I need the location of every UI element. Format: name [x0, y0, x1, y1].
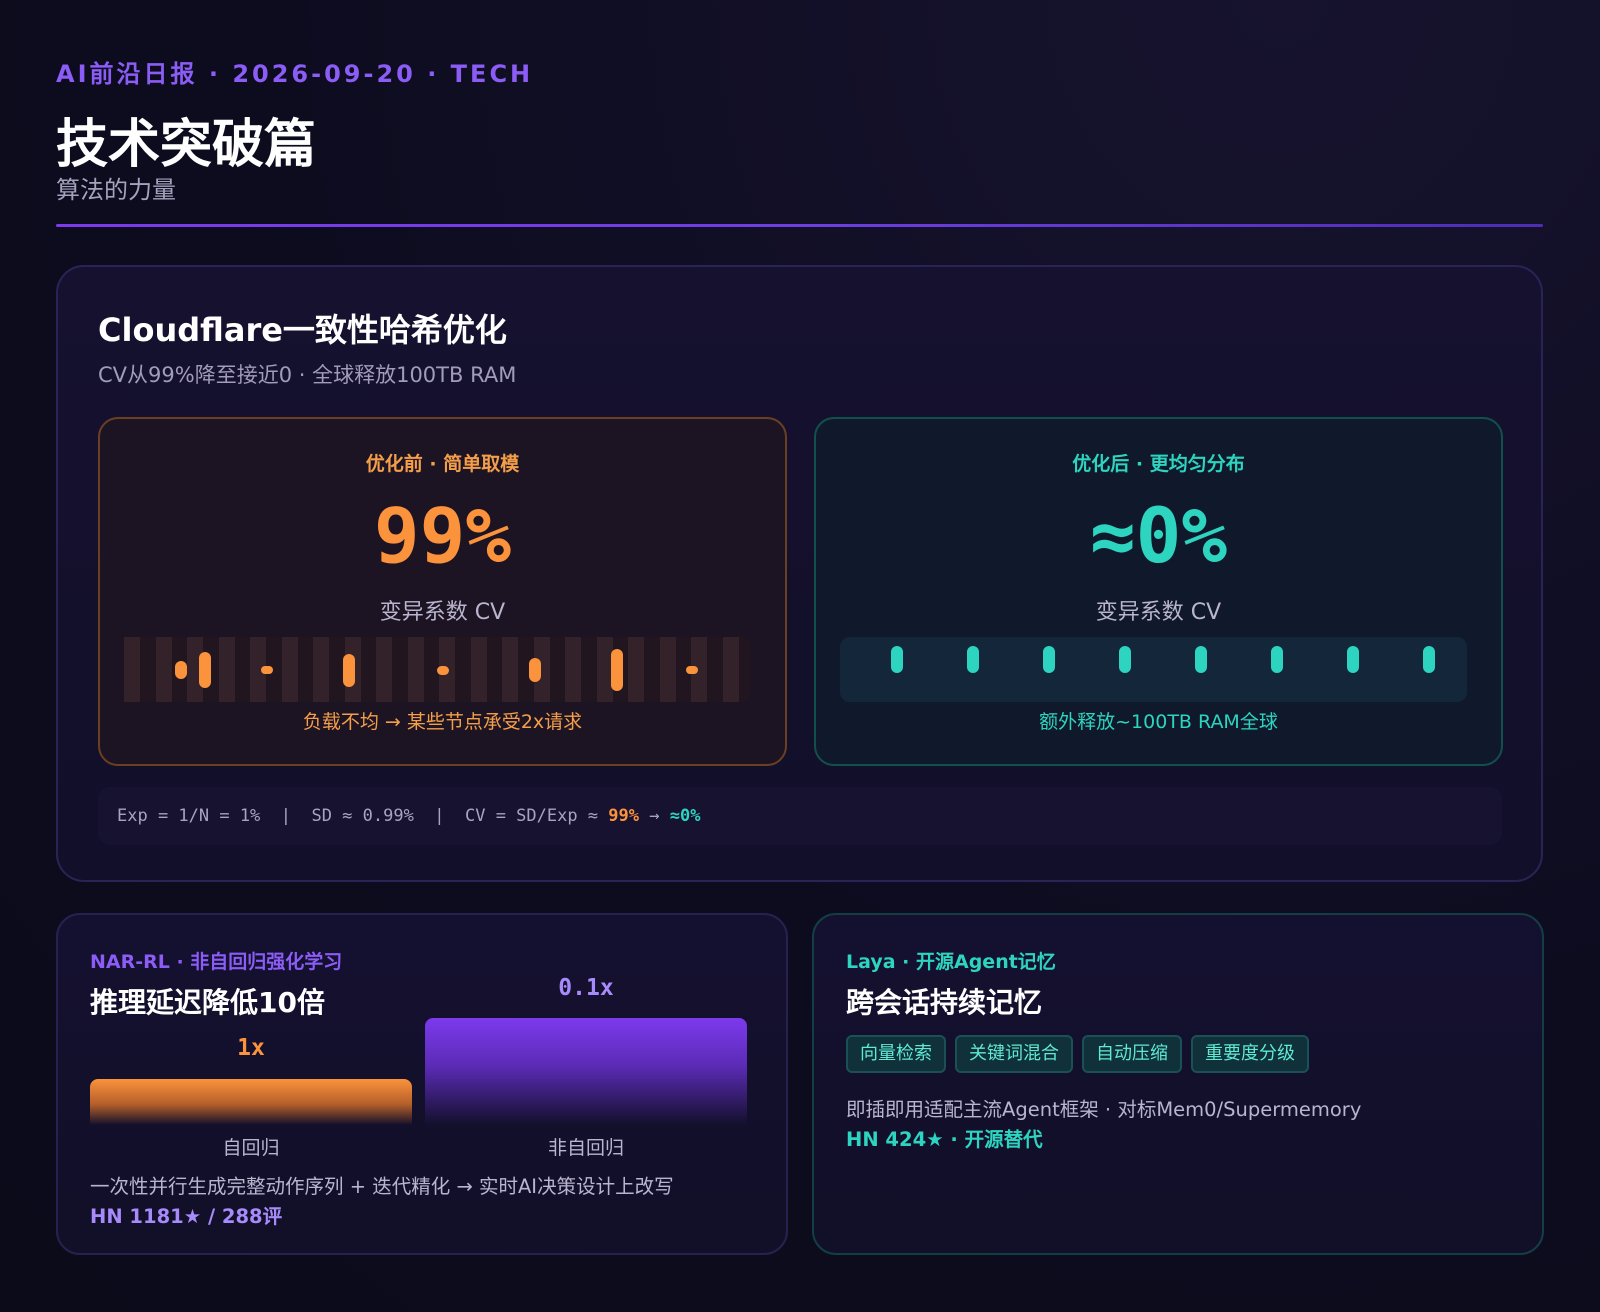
- page-title: 技术突破篇: [56, 115, 317, 175]
- tag-keyword-hybrid: 关键词混合: [955, 1035, 1073, 1073]
- after-metric-label: 变异系数 CV: [1095, 600, 1222, 625]
- cloudflare-title: Cloudflare一致性哈希优化: [98, 311, 507, 349]
- slot-stripe: [659, 637, 676, 702]
- node-load-mark: [175, 661, 187, 679]
- slot-stripe: [502, 637, 518, 702]
- laya-kicker: Laya · 开源Agent记忆: [846, 951, 1056, 973]
- formula-after: ≈0%: [669, 806, 701, 826]
- slot-stripe: [407, 637, 424, 702]
- after-footer: 额外释放~100TB RAM全球: [1039, 711, 1278, 733]
- slot-stripe: [124, 637, 140, 702]
- node-load-mark: [1423, 646, 1435, 673]
- header-kicker: AI前沿日报 · 2026-09-20 · TECH: [56, 60, 534, 88]
- narrl-meta: HN 1181★ / 288评: [90, 1205, 283, 1228]
- bar-non-autoregressive: [425, 1018, 747, 1125]
- node-load-mark: [967, 646, 979, 673]
- header-divider: [56, 224, 1543, 227]
- node-load-mark: [1195, 646, 1207, 673]
- node-load-mark: [529, 658, 541, 682]
- after-cv-value: ≈0%: [1089, 491, 1228, 580]
- before-heading: 优化前 · 简单取模: [365, 453, 520, 475]
- slot-stripe: [376, 637, 392, 702]
- narrl-title: 推理延迟降低10倍: [90, 986, 325, 1019]
- bar-caption-non-autoregressive: 非自回归: [547, 1137, 624, 1159]
- bar-autoregressive: [90, 1079, 412, 1125]
- bar-label-autoregressive: 1x: [237, 1035, 265, 1061]
- page-subtitle: 算法的力量: [56, 176, 176, 204]
- node-load-mark: [686, 666, 698, 674]
- node-load-mark: [1119, 646, 1131, 673]
- tag-auto-compress: 自动压缩: [1082, 1035, 1182, 1073]
- node-load-mark: [261, 666, 273, 674]
- slot-stripe: [155, 637, 172, 702]
- slot-stripe: [722, 637, 739, 702]
- narrl-kicker: NAR-RL · 非自回归强化学习: [90, 951, 343, 973]
- bar-label-non-autoregressive: 0.1x: [558, 975, 614, 1001]
- node-load-mark: [1347, 646, 1359, 673]
- node-load-mark: [891, 646, 903, 673]
- cloudflare-card: Cloudflare一致性哈希优化 CV从99%降至接近0 · 全球释放100T…: [56, 265, 1543, 882]
- laya-title: 跨会话持续记忆: [846, 986, 1043, 1019]
- before-panel: 优化前 · 简单取模 99% 变异系数 CV 负载不均 → 某些节点承受2x请求: [98, 417, 787, 766]
- node-load-mark: [611, 649, 623, 691]
- narrl-card: NAR-RL · 非自回归强化学习 推理延迟降低10倍 1x 自回归 0.1x …: [56, 913, 788, 1255]
- cloudflare-subtitle: CV从99%降至接近0 · 全球释放100TB RAM: [98, 363, 517, 387]
- formula-arrow: →: [639, 806, 670, 826]
- before-load-distribution: [124, 637, 751, 702]
- narrl-description: 一次性并行生成完整动作序列 + 迭代精化 → 实时AI决策设计上改写: [90, 1175, 674, 1198]
- slot-stripe: [470, 637, 487, 702]
- before-metric-label: 变异系数 CV: [379, 600, 506, 625]
- node-load-mark: [1271, 646, 1283, 673]
- formula-before: 99%: [608, 806, 639, 826]
- after-load-distribution: [840, 637, 1467, 702]
- node-load-mark: [437, 666, 449, 675]
- slot-stripe: [628, 637, 644, 702]
- tag-vector-search: 向量检索: [846, 1035, 946, 1073]
- node-load-mark: [199, 652, 211, 688]
- node-load-mark: [1043, 646, 1055, 673]
- laya-tags: 向量检索 关键词混合 自动压缩 重要度分级: [846, 1035, 1309, 1073]
- slot-stripe: [218, 637, 235, 702]
- laya-card: Laya · 开源Agent记忆 跨会话持续记忆 向量检索 关键词混合 自动压缩…: [812, 913, 1544, 1255]
- slot-stripe: [313, 637, 329, 702]
- laya-description: 即插即用适配主流Agent框架 · 对标Mem0/Supermemory: [846, 1098, 1362, 1121]
- before-cv-value: 99%: [373, 491, 512, 580]
- bar-caption-autoregressive: 自回归: [222, 1137, 280, 1159]
- slot-stripe: [565, 637, 581, 702]
- formula-prefix: Exp = 1/N = 1% | SD ≈ 0.99% | CV = SD/Ex…: [117, 806, 609, 826]
- before-footer: 负载不均 → 某些节点承受2x请求: [302, 711, 583, 733]
- tag-importance-grading: 重要度分级: [1191, 1035, 1309, 1073]
- after-heading: 优化后 · 更均匀分布: [1072, 453, 1245, 475]
- slot-stripe: [281, 637, 298, 702]
- node-load-mark: [343, 654, 355, 687]
- cv-formula: Exp = 1/N = 1% | SD ≈ 0.99% | CV = SD/Ex…: [98, 787, 1502, 845]
- laya-meta: HN 424★ · 开源替代: [846, 1128, 1043, 1151]
- after-panel: 优化后 · 更均匀分布 ≈0% 变异系数 CV 额外释放~100TB RAM全球: [814, 417, 1503, 766]
